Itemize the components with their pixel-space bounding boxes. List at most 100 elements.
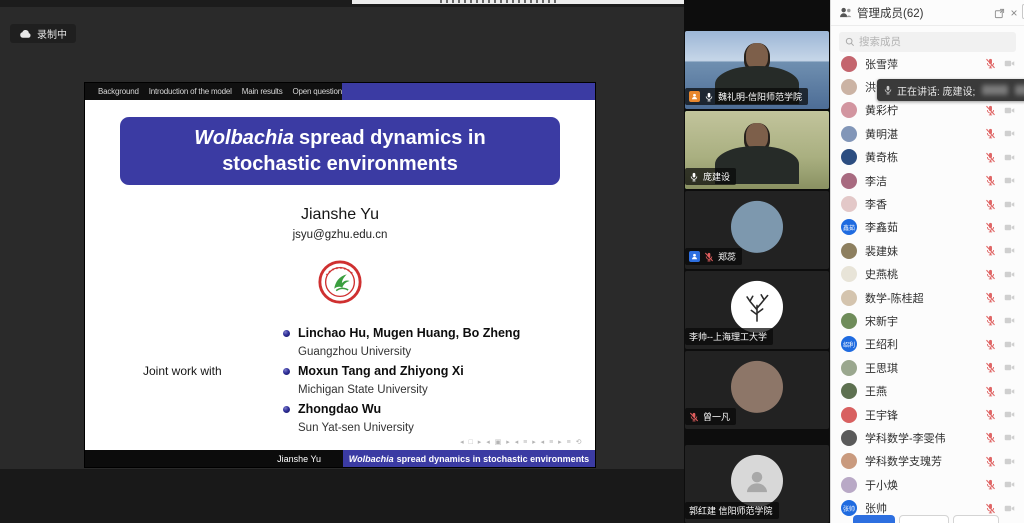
camera-off-icon[interactable] [1004,362,1015,373]
mic-muted-icon[interactable] [985,245,996,256]
member-row[interactable]: 王燕 [831,379,1024,402]
participant-name: 李帅--上海理工大学 [689,330,767,343]
mic-muted-icon[interactable] [985,339,996,350]
member-avatar: 绍利 [841,336,857,352]
speaking-tooltip: 正在讲话: 庞建设; [877,79,1024,101]
mic-muted-icon[interactable] [985,479,996,490]
camera-off-icon[interactable] [1004,339,1015,350]
mic-muted-icon[interactable] [985,503,996,514]
member-name: 黄彩柠 [865,102,898,118]
mic-muted-icon[interactable] [985,292,996,303]
slide-section-bar: Background Introduction of the model Mai… [85,83,595,100]
member-row[interactable]: 鑫茹 李鑫茹 [831,216,1024,239]
mic-muted-icon[interactable] [985,269,996,280]
member-name: 学科数学支瑰芳 [865,453,942,469]
member-row[interactable]: 裴建妹 [831,239,1024,262]
mic-muted-icon[interactable] [985,432,996,443]
video-thumbnail[interactable]: 李帅--上海理工大学 [685,271,829,349]
mic-muted-icon[interactable] [985,128,996,139]
panel-title: 管理成员(62) [857,5,923,21]
camera-off-icon[interactable] [1004,503,1015,514]
panel-footer-button-primary[interactable] [853,515,895,523]
camera-off-icon[interactable] [1004,175,1015,186]
camera-off-icon[interactable] [1004,479,1015,490]
camera-off-icon[interactable] [1004,199,1015,210]
member-name: 李鑫茹 [865,219,898,235]
mic-muted-icon[interactable] [985,362,996,373]
participant-name: 曾一凡 [703,410,730,423]
slide-tab-open-questions: Open questions [293,87,346,96]
video-name-label: 郑蕊 [685,248,742,265]
recording-label: 录制中 [37,26,67,41]
camera-off-icon[interactable] [1004,315,1015,326]
mic-muted-icon[interactable] [985,409,996,420]
camera-off-icon[interactable] [1004,58,1015,69]
mic-muted-icon[interactable] [985,199,996,210]
video-thumbnail[interactable]: 郭红建 信阳师范学院 [685,445,829,523]
slide-tab-introduction: Introduction of the model [149,87,232,96]
member-row[interactable]: 王宇锋 [831,403,1024,426]
member-row[interactable]: 学科数学-李雯伟 [831,426,1024,449]
camera-off-icon[interactable] [1004,128,1015,139]
mic-muted-icon[interactable] [985,386,996,397]
member-avatar [841,173,857,189]
member-row[interactable]: 黄彩柠 [831,99,1024,122]
panel-footer-button-more[interactable] [953,515,999,523]
university-logo [317,259,363,305]
tree-avatar-icon [740,290,774,324]
member-avatar [841,407,857,423]
member-search[interactable] [839,32,1016,52]
mic-muted-icon[interactable] [985,105,996,116]
member-row[interactable]: 张雪萍 [831,52,1024,75]
member-name: 史燕桃 [865,266,898,282]
member-name: 李香 [865,196,887,212]
member-row[interactable]: 绍利 王绍利 [831,333,1024,356]
participant-avatar [731,281,783,333]
member-row[interactable]: 宋新宇 [831,309,1024,332]
mic-muted-icon[interactable] [985,58,996,69]
video-thumbnail[interactable]: 郑蕊 [685,191,829,269]
share-toolbar-edge [352,0,684,4]
member-row[interactable]: 史燕桃 [831,263,1024,286]
panel-footer-button-secondary[interactable] [899,515,949,523]
role-badge-icon [689,91,700,102]
camera-off-icon[interactable] [1004,432,1015,443]
search-input[interactable] [859,36,1010,48]
video-thumbnail[interactable]: 庞建设 [685,111,829,189]
video-name-label: 曾一凡 [685,408,736,425]
slide-author: Jianshe Yu [85,206,595,224]
beamer-navigation-symbols: ◂ □ ▸ ◂ ▣ ▸ ◂ ≡ ▸ ◂ ≡ ▸ ≡ ⟲ [460,438,583,446]
mic-muted-icon[interactable] [985,222,996,233]
video-thumbnail[interactable]: 魏礼明-信阳师范学院 [685,31,829,109]
camera-off-icon[interactable] [1004,152,1015,163]
mic-muted-icon[interactable] [985,175,996,186]
member-row[interactable]: 李香 [831,192,1024,215]
camera-off-icon[interactable] [1004,269,1015,280]
camera-off-icon[interactable] [1004,292,1015,303]
member-row[interactable]: 李洁 [831,169,1024,192]
presentation-slide: Background Introduction of the model Mai… [85,83,595,467]
popout-panel-icon[interactable] [993,7,1005,19]
camera-off-icon[interactable] [1004,222,1015,233]
camera-off-icon[interactable] [1004,456,1015,467]
mic-muted-icon[interactable] [985,152,996,163]
member-row[interactable]: 数学-陈桂超 [831,286,1024,309]
member-row[interactable]: 王思琪 [831,356,1024,379]
camera-off-icon[interactable] [1004,105,1015,116]
participant-avatar [731,361,783,413]
recording-badge[interactable]: 录制中 [10,24,76,43]
member-row[interactable]: 黄明湛 [831,122,1024,145]
member-row[interactable]: 黄奇栋 [831,146,1024,169]
close-panel-icon[interactable]: × [1008,7,1020,19]
participant-name: 庞建设 [703,170,730,183]
video-thumbnail[interactable]: 曾一凡 [685,351,829,429]
camera-off-icon[interactable] [1004,386,1015,397]
camera-off-icon[interactable] [1004,245,1015,256]
camera-off-icon[interactable] [1004,409,1015,420]
mic-muted-icon[interactable] [985,315,996,326]
member-row[interactable]: 于小焕 [831,473,1024,496]
member-list: 张雪萍 洪合娟 [831,52,1024,520]
member-row[interactable]: 学科数学支瑰芳 [831,450,1024,473]
mic-muted-icon[interactable] [985,456,996,467]
video-name-label: 庞建设 [685,168,736,185]
